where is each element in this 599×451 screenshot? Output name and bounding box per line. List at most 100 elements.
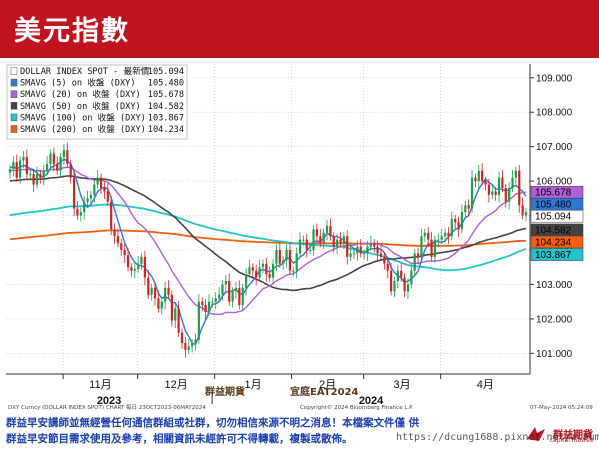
copyright-text: Copyright© 2024 Bloomberg Finance L.P. [300,404,414,411]
candle-body [460,212,464,230]
candle-body [56,163,59,171]
candle-body [86,198,89,202]
candle-body [467,205,470,209]
candle-body [228,281,231,302]
candle-body [258,267,261,278]
candle-body [440,236,443,240]
candle-body [62,150,66,157]
candle-body [170,294,173,321]
legend-swatch [10,78,18,87]
candle-body [197,301,200,340]
candle-body [450,219,453,237]
candle-body [15,162,18,178]
y-tick-label: 109.000 [536,73,573,84]
candle-body [406,284,410,292]
candle-body [96,177,99,185]
candle-body [187,346,190,350]
candle-body [416,253,420,257]
candle-body [79,212,82,216]
candle-body [268,274,271,278]
candle-body [363,253,366,255]
candle-body [477,170,480,182]
candle-body [147,277,150,295]
legend-label: SMAVG (200) on 收盤 (DXY) [20,123,146,135]
candle-body [83,201,86,213]
candle-body [126,255,130,268]
last-value-tag: 105.094 [530,209,584,223]
candle-body [157,298,160,309]
candle-body [369,243,372,247]
candle-body [76,208,79,216]
candle-body [524,212,528,216]
candle-body [373,243,376,247]
legend-swatch [10,102,18,110]
candle-body [504,188,507,202]
candle-body [423,232,426,237]
candle-body [116,236,120,244]
candle-body [346,236,349,257]
y-tick-label: 103.000 [536,280,573,291]
last-value-tag: 104.582 [530,223,584,236]
candle-body [339,239,342,244]
candle-body [497,177,501,195]
candle-body [174,308,177,321]
x-tick-label: 1月 [245,379,262,391]
candle-body [322,232,325,244]
candle-body [241,287,244,306]
candle-body [315,229,319,237]
candle-body [221,284,224,295]
candle-body [248,267,251,275]
last-value-tag: 105.678 [530,185,584,199]
legend-swatch [10,67,18,75]
last-value-tag-label: 103.867 [535,250,572,261]
candle-body [211,301,214,303]
candle-body [42,170,45,178]
candle-body [305,239,308,250]
candle-body [69,163,72,178]
candle-body [251,267,254,271]
candle-body [160,301,163,309]
legend-label: SMAVG (5) on 收盤 (DXY) [20,77,136,89]
candle-body [123,250,126,256]
last-value-tag-label: 104.234 [535,237,572,248]
legend-label: SMAVG (100) on 收盤 (DXY) [20,111,146,123]
candle-body [66,150,69,164]
candle-body [207,301,211,312]
candle-body [201,301,204,306]
x-tick-label: 12月 [164,379,187,391]
slide-title: 美元指數 [14,16,130,47]
candle-body [295,253,298,271]
candle-body [393,281,396,292]
last-value-tag-label: 104.582 [535,225,572,236]
candle-body [309,250,312,251]
candle-body [383,256,386,264]
candle-body [231,291,234,302]
candle-body [164,287,167,302]
candle-body [285,250,288,261]
candle-body [491,191,494,195]
legend-value: 105.480 [148,79,184,89]
candle-body [191,343,194,347]
candle-body [447,232,450,237]
candle-body [89,194,93,199]
legend-label: SMAVG (50) on 收盤 (DXY) [20,100,141,112]
candle-body [298,239,302,254]
candle-body [366,246,369,254]
candle-body [110,201,113,230]
candle-body [386,263,389,271]
candle-body [45,163,49,171]
candle-body [32,174,35,185]
candle-body [244,274,248,288]
candle-body [511,177,514,188]
candle-body [167,287,170,295]
candle-body [356,246,359,254]
candle-body [113,229,116,237]
candle-body [302,239,305,241]
candle-body [194,339,197,343]
candle-body [470,177,474,209]
candle-body [443,232,447,237]
candle-body [403,277,406,292]
candle-body [501,177,504,188]
legend-value: 105.094 [148,67,184,77]
candle-body [325,225,329,233]
